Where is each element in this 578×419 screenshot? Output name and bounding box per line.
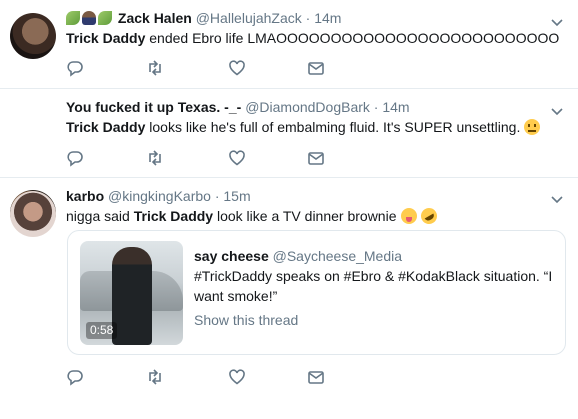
retweet-icon[interactable] [146, 149, 166, 167]
card-text: #TrickDaddy speaks on #Ebro & #KodakBlac… [194, 268, 553, 304]
quoted-tweet-card[interactable]: 0:58 say cheese @Saycheese_Media #TrickD… [67, 230, 566, 355]
display-name[interactable]: karbo [66, 188, 104, 204]
avatar[interactable] [10, 191, 56, 237]
display-name[interactable]: You fucked it up Texas. -_- [66, 99, 241, 115]
timestamp[interactable]: · 14m [374, 99, 410, 115]
like-icon[interactable] [228, 368, 248, 386]
display-name[interactable]: Zack Halen [118, 10, 192, 26]
avatar[interactable] [10, 13, 56, 59]
card-handle[interactable]: @Saycheese_Media [273, 248, 402, 264]
tweet[interactable]: Zack Halen @HallelujahZack · 14m Trick D… [0, 0, 578, 89]
tweet[interactable]: YOU MA You fucked it up Texas. -_- @Diam… [0, 89, 578, 236]
reply-icon[interactable] [66, 59, 86, 77]
tweet-text: Trick Daddy ended Ebro life LMAOOOOOOOOO… [66, 29, 559, 48]
card-display-name[interactable]: say cheese [194, 248, 269, 264]
tweet-text-body: nigga said [66, 208, 134, 224]
thumbnail-person [112, 247, 152, 345]
leaf-emoji-icon [66, 11, 80, 25]
tweet-text-highlight: Trick Daddy [66, 119, 146, 135]
chevron-down-icon[interactable] [550, 104, 564, 116]
rolling-laughing-emoji-icon [417, 205, 440, 227]
tweet-header: karbo @kingkingKarbo · 15m [66, 187, 251, 205]
tweet-actions [66, 368, 366, 386]
timestamp[interactable]: · 15m [215, 188, 251, 204]
chevron-down-icon[interactable] [550, 192, 564, 204]
direct-message-icon[interactable] [307, 59, 327, 77]
neutral-face-emoji-icon [524, 119, 541, 135]
tweet-text-body: looks like he's full of embalming fluid.… [145, 119, 521, 135]
video-thumbnail[interactable]: 0:58 [80, 241, 183, 345]
tweet-text: nigga said Trick Daddy look like a TV di… [66, 205, 440, 227]
tweet-actions [66, 59, 366, 77]
reply-icon[interactable] [66, 149, 86, 167]
tweet-text-body: ended Ebro life LMAOOOOOOOOOOOOOOOOOOOOO… [145, 30, 560, 46]
reply-icon[interactable] [66, 368, 86, 386]
timestamp[interactable]: · 14m [306, 10, 342, 26]
tweet-text-body: look like a TV dinner brownie [213, 208, 397, 224]
card-header: say cheese @Saycheese_Media [194, 247, 402, 265]
handle[interactable]: @HallelujahZack [196, 10, 302, 26]
retweet-icon[interactable] [146, 59, 166, 77]
tweet-actions [66, 149, 366, 167]
tweet-header: You fucked it up Texas. -_- @DiamondDogB… [66, 98, 410, 116]
handle[interactable]: @DiamondDogBark [245, 99, 370, 115]
direct-message-icon[interactable] [307, 149, 327, 167]
tweet-header: Zack Halen @HallelujahZack · 14m [66, 9, 341, 27]
face-savoring-food-emoji-icon [400, 208, 417, 224]
tweet[interactable]: karbo @kingkingKarbo · 15m nigga said Tr… [0, 178, 578, 419]
person-emoji-icon [82, 11, 96, 25]
like-icon[interactable] [228, 149, 248, 167]
leaf-emoji-icon [98, 11, 112, 25]
handle[interactable]: @kingkingKarbo [108, 188, 211, 204]
direct-message-icon[interactable] [307, 368, 327, 386]
video-duration: 0:58 [86, 322, 118, 339]
chevron-down-icon[interactable] [550, 15, 564, 27]
tweet-text-highlight: Trick Daddy [133, 208, 214, 224]
tweet-text-highlight: Trick Daddy [66, 30, 146, 46]
tweet-text: Trick Daddy looks like he's full of emba… [66, 118, 541, 137]
like-icon[interactable] [228, 59, 248, 77]
show-thread-link[interactable]: Show this thread [194, 311, 298, 329]
retweet-icon[interactable] [146, 368, 166, 386]
